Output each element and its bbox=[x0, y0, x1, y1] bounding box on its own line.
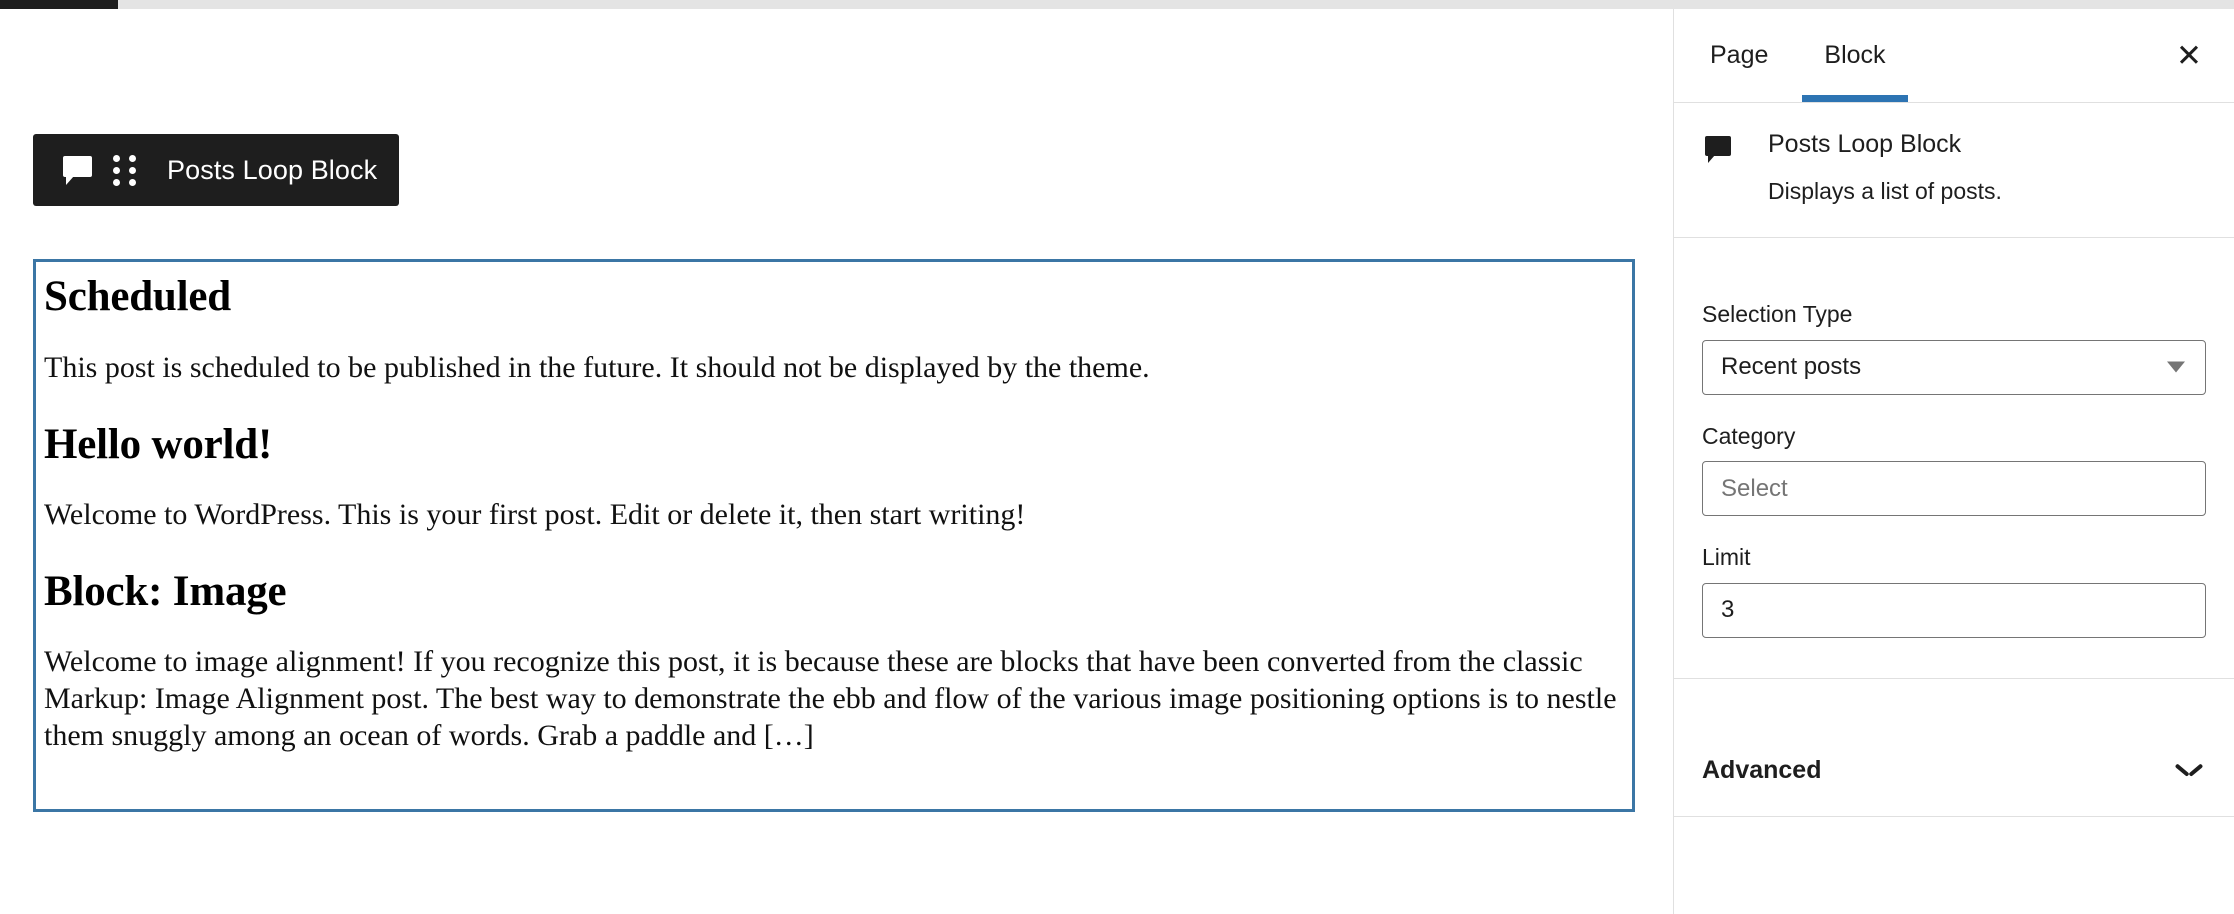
drag-handle-icon[interactable] bbox=[103, 144, 145, 196]
tab-page[interactable]: Page bbox=[1688, 9, 1790, 102]
category-label: Category bbox=[1702, 422, 1796, 449]
advanced-panel-label: Advanced bbox=[1702, 756, 1822, 784]
selection-type-select[interactable]: Recent posts bbox=[1702, 339, 2206, 395]
block-info-card: Posts Loop Block Displays a list of post… bbox=[1674, 103, 2234, 238]
block-info-text: Posts Loop Block Displays a list of post… bbox=[1768, 129, 2002, 207]
post-list-item[interactable]: Block: Image Welcome to image alignment!… bbox=[36, 569, 1632, 754]
limit-label: Limit bbox=[1702, 544, 1751, 571]
category-value: Select bbox=[1721, 474, 1788, 502]
limit-input[interactable]: 3 bbox=[1702, 582, 2206, 638]
post-title: Hello world! bbox=[44, 421, 273, 469]
post-list-item[interactable]: Scheduled This post is scheduled to be p… bbox=[36, 274, 1632, 386]
post-excerpt: This post is scheduled to be published i… bbox=[44, 351, 1150, 385]
category-select[interactable]: Select bbox=[1702, 461, 2206, 517]
chevron-down-icon bbox=[2176, 763, 2202, 778]
close-icon[interactable]: ✕ bbox=[2166, 33, 2212, 79]
block-type-button[interactable] bbox=[51, 144, 103, 196]
post-title: Block: Image bbox=[44, 568, 287, 616]
comment-bubble-icon bbox=[62, 155, 92, 185]
block-info-title: Posts Loop Block bbox=[1768, 130, 1962, 158]
close-icon-glyph: ✕ bbox=[2176, 38, 2202, 73]
field-category: Category Select bbox=[1702, 423, 2206, 517]
post-title: Scheduled bbox=[44, 273, 231, 320]
field-selection-type: Selection Type Recent posts bbox=[1702, 301, 2206, 395]
block-settings-controls: Selection Type Recent posts Category Sel… bbox=[1674, 265, 2234, 679]
loading-progress-bar bbox=[0, 0, 2234, 9]
tab-block[interactable]: Block bbox=[1802, 9, 1908, 102]
post-excerpt: Welcome to image alignment! If you recog… bbox=[44, 645, 1617, 753]
tab-page-label: Page bbox=[1710, 41, 1769, 69]
comment-bubble-icon bbox=[1702, 136, 1736, 170]
field-limit: Limit 3 bbox=[1702, 544, 2206, 638]
posts-loop-block-preview[interactable]: Scheduled This post is scheduled to be p… bbox=[33, 259, 1635, 812]
editor-canvas: Posts Loop Block Scheduled This post is … bbox=[0, 9, 1673, 914]
loading-progress-fill bbox=[0, 0, 118, 9]
sidebar-tab-bar: Page Block ✕ bbox=[1674, 9, 2234, 103]
block-toolbar-label: Posts Loop Block bbox=[167, 154, 378, 185]
settings-sidebar: Page Block ✕ Posts Loop Block Displays a… bbox=[1673, 9, 2234, 914]
selection-type-value: Recent posts bbox=[1721, 353, 1862, 381]
chevron-down-icon bbox=[2167, 361, 2185, 373]
block-info-description: Displays a list of posts. bbox=[1768, 178, 2002, 204]
block-toolbar[interactable]: Posts Loop Block bbox=[33, 134, 400, 206]
selection-type-label: Selection Type bbox=[1702, 301, 1853, 327]
advanced-panel-toggle[interactable]: Advanced bbox=[1674, 725, 2234, 817]
limit-value: 3 bbox=[1721, 596, 1735, 624]
post-excerpt: Welcome to WordPress. This is your first… bbox=[44, 498, 1026, 532]
post-list-item[interactable]: Hello world! Welcome to WordPress. This … bbox=[36, 422, 1632, 533]
tab-block-label: Block bbox=[1824, 41, 1886, 69]
